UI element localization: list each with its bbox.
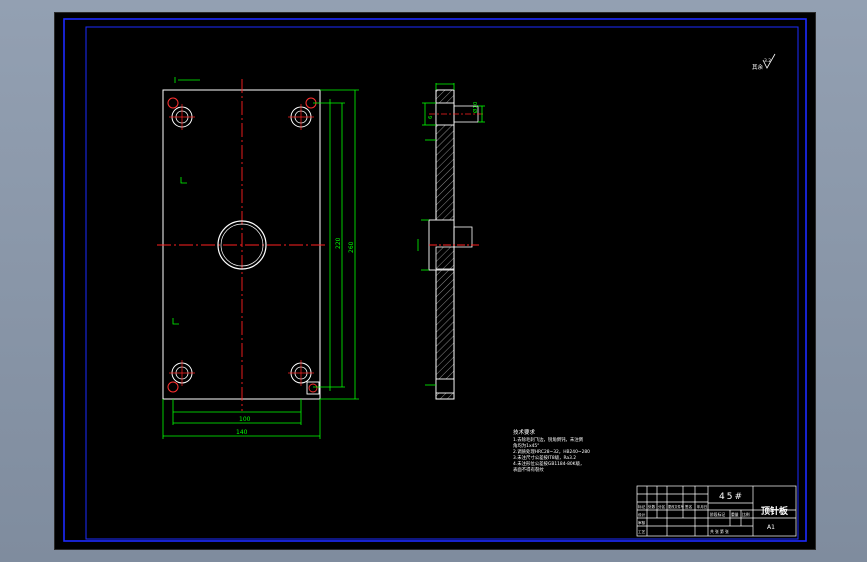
- svg-text:3.2: 3.2: [764, 58, 771, 64]
- material-label: 45#: [719, 492, 744, 502]
- tb-row-label: 年月日: [697, 504, 707, 509]
- tb-stage-label: 阶段标记: [710, 512, 725, 517]
- roughness-label: 其余: [752, 63, 764, 71]
- plate-outline: [162, 89, 321, 400]
- corner-hole-bl: [167, 360, 195, 393]
- tb-left-label: 审核: [638, 520, 646, 525]
- corner-hole-tr: [288, 97, 317, 130]
- section-mark-bottom: [172, 318, 179, 325]
- section-view[interactable]: Ø10 6: [417, 83, 485, 400]
- notes-line: 3.未注尺寸公差按IT8级，Ra3.2: [513, 454, 576, 461]
- dim-width-inner: 100: [239, 416, 251, 423]
- tb-row-label: 处数: [648, 504, 656, 509]
- notes-line: 4.未注形位公差按GB1184-80K级，: [513, 460, 584, 467]
- notes-line: 角均为1x45°: [513, 442, 539, 449]
- outer-frame: [63, 18, 807, 542]
- tb-weight-label: 重量: [731, 512, 739, 517]
- notes-line: 1.去除毛刺飞边，锐角倒钝，未注倒: [513, 436, 584, 443]
- cad-viewport[interactable]: 220 260 100 140 Ø10 6 其余 3.2 技术要求 1.去除毛刺…: [54, 12, 816, 550]
- cad-drawing: 220 260 100 140 Ø10 6 其余 3.2 技术要求 1.去除毛刺…: [63, 18, 807, 542]
- corner-hole-tl: [167, 97, 195, 130]
- tb-left-label: 工艺: [638, 529, 646, 534]
- section-bottom-bore: [435, 378, 455, 394]
- top-arrow-mark: [174, 77, 200, 83]
- notes-line: 2.调质处理HRC28~32，HB240~280: [513, 448, 590, 455]
- plan-view[interactable]: 220 260 100 140: [157, 77, 359, 439]
- tb-row-label: 标记: [638, 504, 646, 509]
- tb-row-label: 签名: [685, 504, 693, 509]
- tb-ratio-label: 比例: [742, 512, 750, 517]
- notes-line: 表面不得有裂纹: [513, 466, 544, 473]
- dim-height-overall: 260: [348, 241, 355, 253]
- scale-label: A1: [767, 524, 775, 531]
- notes-heading: 技术要求: [513, 428, 536, 436]
- technical-notes: 技术要求 1.去除毛刺飞边，锐角倒钝，未注倒 角均为1x45° 2.调质处理HR…: [513, 428, 590, 473]
- roughness-symbol: 其余 3.2: [752, 53, 776, 71]
- dim-section-side: 6: [428, 115, 434, 119]
- dim-height-holes: 220: [335, 237, 342, 249]
- corner-hole-br: [288, 360, 320, 395]
- section-boss-bore: [453, 226, 473, 248]
- section-mark-top: [180, 177, 187, 184]
- drawing-title: 顶针板: [761, 505, 789, 517]
- dim-section-top: Ø10: [472, 101, 479, 113]
- tb-row-label: 更改文件号: [668, 504, 684, 509]
- tb-left-label: 设计: [638, 512, 646, 517]
- dim-width-overall: 140: [236, 429, 248, 436]
- section-boss-lower: [435, 246, 455, 270]
- tb-row-label: 分区: [658, 504, 666, 509]
- tb-sheet-label: 共 张 第 张: [710, 529, 729, 534]
